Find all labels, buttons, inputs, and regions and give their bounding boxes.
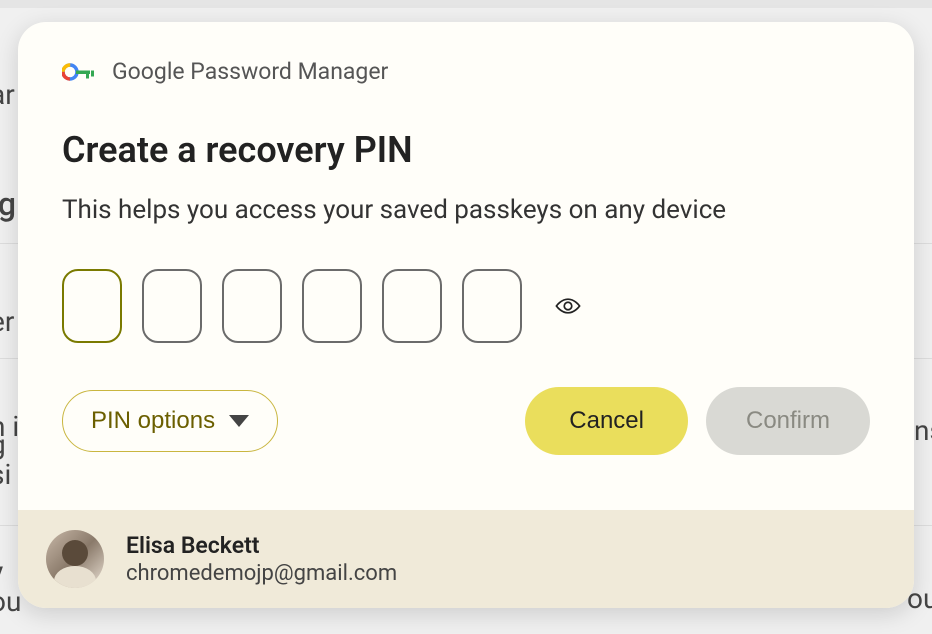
background-text-fragment: ar (0, 78, 15, 111)
account-footer: Elisa Beckett chromedemojp@gmail.com (18, 510, 914, 608)
background-text-fragment: ns (914, 414, 932, 447)
pin-digit-5[interactable] (382, 269, 442, 343)
confirm-button: Confirm (706, 387, 870, 455)
dialog-actions: Cancel Confirm (525, 387, 870, 455)
pin-options-label: PIN options (91, 407, 215, 435)
user-avatar (46, 530, 104, 588)
recovery-pin-dialog: Google Password Manager Create a recover… (18, 22, 914, 608)
user-email-label: chromedemojp@gmail.com (126, 561, 397, 586)
background-text-fragment: y (0, 555, 3, 588)
window-topbar (0, 0, 932, 8)
background-text-fragment: g (0, 428, 6, 461)
pin-digit-4[interactable] (302, 269, 362, 343)
dialog-button-row: PIN options Cancel Confirm (62, 387, 870, 455)
app-name-label: Google Password Manager (112, 58, 388, 85)
pin-digit-2[interactable] (142, 269, 202, 343)
dialog-header: Google Password Manager (62, 58, 870, 85)
pin-input-row (62, 269, 870, 343)
cancel-button[interactable]: Cancel (525, 387, 688, 455)
pin-digit-6[interactable] (462, 269, 522, 343)
toggle-visibility-button[interactable] (546, 284, 590, 328)
chevron-down-icon (229, 415, 249, 427)
dialog-body: Google Password Manager Create a recover… (18, 22, 914, 510)
dialog-title: Create a recovery PIN (62, 129, 870, 171)
pin-options-button[interactable]: PIN options (62, 390, 278, 452)
user-info: Elisa Beckett chromedemojp@gmail.com (126, 532, 397, 586)
pin-digit-3[interactable] (222, 269, 282, 343)
background-text-fragment: er (0, 305, 14, 338)
eye-icon (546, 291, 590, 321)
user-name-label: Elisa Beckett (126, 532, 397, 559)
background-text-fragment: si (0, 458, 11, 491)
background-text-fragment: ou (0, 585, 21, 618)
google-password-manager-icon (62, 61, 96, 83)
dialog-subtitle: This helps you access your saved passkey… (62, 195, 870, 225)
background-text-fragment: ng (0, 185, 16, 223)
pin-digit-1[interactable] (62, 269, 122, 343)
